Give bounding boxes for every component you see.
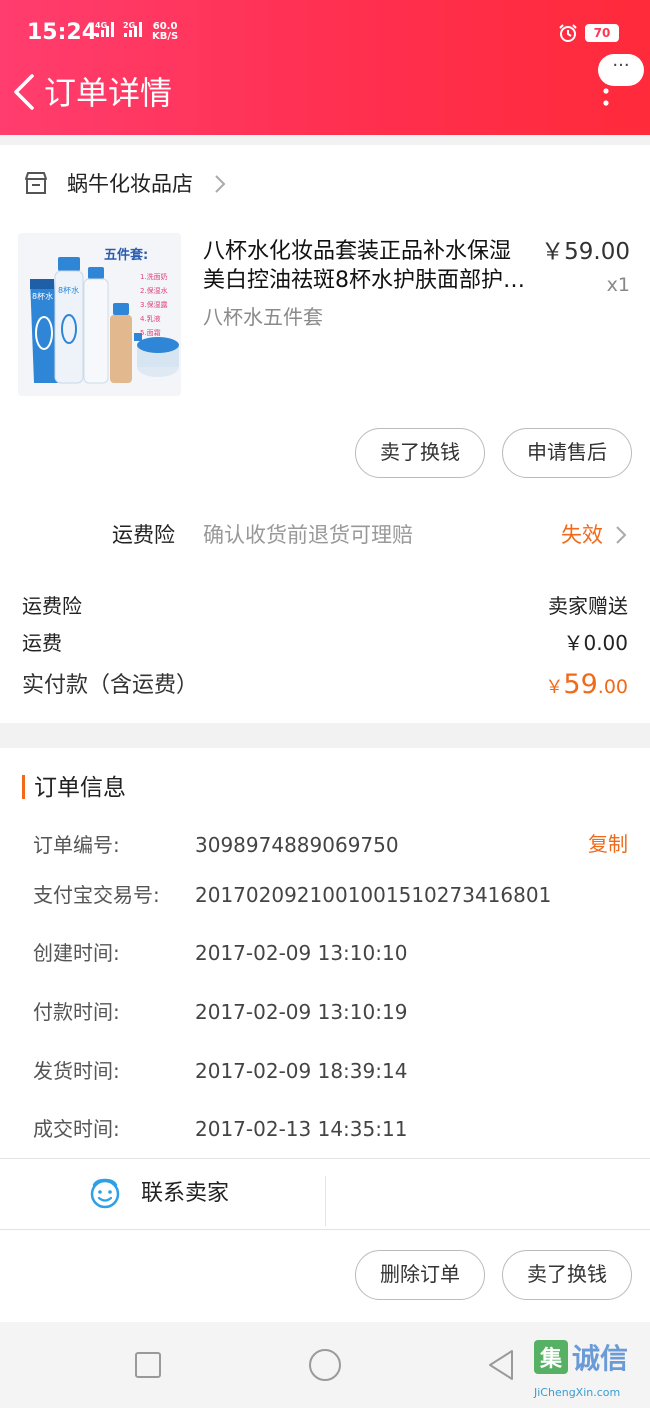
product-price: ￥59.00 (541, 239, 630, 265)
order-info-card: 订单信息 订单编号: 3098974889069750 复制 支付宝交易号: 2… (0, 748, 650, 1158)
order-info-title: 订单信息 (34, 775, 126, 801)
apply-aftersale-button[interactable]: 申请售后 (502, 428, 632, 478)
svg-text:1.洗面奶: 1.洗面奶 (140, 272, 168, 281)
shipping-insurance-status[interactable]: 失效 (561, 520, 603, 550)
summary-insurance-value: 卖家赠送 (548, 594, 628, 618)
product-quantity: x1 (606, 274, 630, 296)
svg-text:诚信: 诚信 (572, 1342, 628, 1375)
created-time-label: 创建时间: (33, 941, 120, 965)
shipping-insurance-label: 运费险 (112, 523, 175, 547)
home-icon[interactable] (309, 1349, 341, 1381)
sell-for-cash-button[interactable]: 卖了换钱 (355, 428, 485, 478)
product-sku: 八杯水五件套 (203, 305, 323, 329)
alipay-trade-number-value: 2017020921001001510273416801 (195, 883, 552, 907)
status-bar: 15:24 4G 2G 60.0 KB/S 70 (0, 0, 650, 64)
completed-time-label: 成交时间: (33, 1117, 120, 1141)
chevron-right-icon[interactable] (614, 523, 628, 547)
chevron-right-icon[interactable] (212, 171, 228, 197)
product-title[interactable]: 八杯水化妆品套装正品补水保湿 美白控油祛斑8杯水护肤面部护… (203, 237, 533, 295)
svg-text:5.面霜: 5.面霜 (140, 329, 161, 337)
section-accent-bar (22, 775, 25, 799)
back-chevron-icon[interactable] (10, 72, 40, 112)
bottom-action-bar: 删除订单 卖了换钱 (0, 1230, 650, 1322)
product-photo: 五件套: 1.洗面奶 2.保湿水 3.保湿露 4.乳液 5.面霜 8杯水 8杯水 (18, 233, 181, 396)
product-image[interactable]: 五件套: 1.洗面奶 2.保湿水 3.保湿露 4.乳液 5.面霜 8杯水 8杯水 (18, 233, 181, 396)
svg-text:集: 集 (539, 1346, 563, 1372)
svg-text:JiChengXin.com: JiChengXin.com (533, 1386, 620, 1399)
more-vertical-icon[interactable] (598, 86, 614, 110)
network-speed: 60.0 KB/S (152, 21, 179, 42)
app-header: 15:24 4G 2G 60.0 KB/S 70 订单详情 ··· (0, 0, 650, 135)
chat-face-icon[interactable] (88, 1176, 122, 1210)
summary-shipping-label: 运费 (22, 631, 62, 655)
copy-order-number-button[interactable]: 复制 (588, 830, 628, 858)
alarm-icon (559, 24, 577, 42)
contact-seller-button[interactable]: 联系卖家 (141, 1179, 229, 1209)
created-time-value: 2017-02-09 13:10:10 (195, 941, 408, 965)
watermark-logo: 集 诚信 JiChengXin.com (533, 1340, 628, 1399)
total-paid-label: 实付款（含运费） (22, 673, 199, 698)
shipped-time-label: 发货时间: (33, 1059, 120, 1083)
shipped-time-value: 2017-02-09 18:39:14 (195, 1059, 408, 1083)
alipay-trade-number-label: 支付宝交易号: (33, 883, 160, 907)
sell-for-cash-button[interactable]: 卖了换钱 (502, 1250, 632, 1300)
shipping-insurance-description: 确认收货前退货可理赔 (203, 523, 413, 547)
svg-text:2G: 2G (123, 21, 135, 30)
signal-indicators: 4G 2G (94, 20, 148, 40)
signal-icon: 4G 2G (95, 21, 142, 37)
contact-bar: 联系卖家 (0, 1159, 650, 1229)
paid-time-label: 付款时间: (33, 1000, 120, 1024)
system-nav-bar: 集 诚信 JiChengXin.com (0, 1322, 650, 1408)
status-time: 15:24 (27, 20, 98, 45)
svg-text:4.乳液: 4.乳液 (140, 314, 161, 323)
order-number-label: 订单编号: (33, 833, 120, 857)
completed-time-value: 2017-02-13 14:35:11 (195, 1117, 408, 1141)
svg-text:五件套:: 五件套: (104, 247, 148, 263)
more-menu-bubble[interactable]: ··· (598, 54, 644, 86)
summary-insurance-label: 运费险 (22, 594, 82, 618)
order-number-value: 3098974889069750 (195, 833, 399, 857)
page-title: 订单详情 (44, 74, 173, 112)
svg-text:8杯水: 8杯水 (58, 285, 79, 295)
paid-time-value: 2017-02-09 13:10:19 (195, 1000, 408, 1024)
total-paid-amount: ￥59.00 (545, 669, 628, 700)
svg-text:3.保湿露: 3.保湿露 (140, 300, 168, 309)
summary-shipping-value: ￥0.00 (563, 631, 628, 655)
shop-name[interactable]: 蜗牛化妆品店 (67, 169, 193, 199)
order-item-card: 蜗牛化妆品店 五件套: 1.洗面奶 2.保湿水 3.保湿露 4.乳液 5.面霜 … (0, 145, 650, 723)
store-icon (25, 172, 47, 194)
svg-text:8杯水: 8杯水 (32, 291, 53, 301)
nav-back-icon[interactable] (486, 1348, 516, 1382)
svg-text:4G: 4G (95, 21, 107, 30)
recent-apps-icon[interactable] (135, 1352, 161, 1378)
svg-text:2.保湿水: 2.保湿水 (140, 286, 168, 295)
vertical-divider (325, 1176, 326, 1226)
delete-order-button[interactable]: 删除订单 (355, 1250, 485, 1300)
battery-indicator: 70 (585, 24, 619, 42)
